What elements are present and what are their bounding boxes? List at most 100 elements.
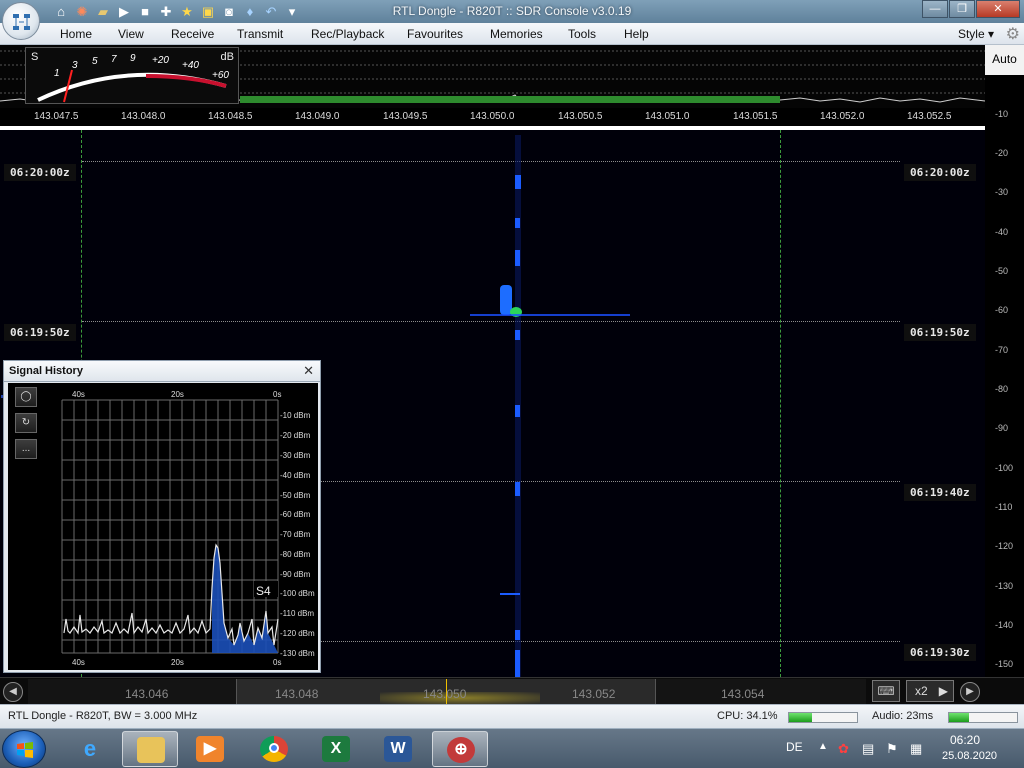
acrobat-tray-icon[interactable]: ✿ bbox=[838, 741, 849, 757]
s-scale-5: 5 bbox=[92, 56, 98, 67]
taskbar-explorer[interactable] bbox=[122, 731, 178, 767]
taskbar-sdr-console[interactable]: ⊕ bbox=[432, 731, 488, 767]
settings-gear-icon[interactable]: ⚙ bbox=[1006, 24, 1020, 44]
db-tick: -150 bbox=[995, 659, 1014, 669]
db-tick: -140 bbox=[995, 620, 1014, 630]
freq-tick: 143.049.0 bbox=[295, 111, 340, 122]
maximize-button[interactable]: ❐ bbox=[949, 0, 975, 18]
lock-icon[interactable]: ▣ bbox=[199, 3, 217, 20]
home-icon[interactable]: ⌂ bbox=[52, 3, 70, 20]
folder-icon[interactable]: ▰ bbox=[94, 3, 112, 20]
zoom-arrow-icon: ▶ bbox=[938, 684, 948, 698]
menu-home[interactable]: Home bbox=[60, 27, 92, 41]
hist-level: -80 dBm bbox=[280, 550, 311, 559]
signal-history-plot-area: ◯ ↻ ... 40s 20s 0s 40s 20s 0s -10 dBm -2… bbox=[8, 383, 318, 670]
show-hidden-icons-icon[interactable]: ▲ bbox=[818, 741, 828, 752]
frequency-axis: 143.047.5 143.048.0 143.048.5 143.049.0 … bbox=[0, 108, 985, 126]
audio-meter bbox=[948, 712, 1018, 723]
freq-tick: 143.050.0 bbox=[470, 111, 515, 122]
app-menu-icon bbox=[13, 14, 30, 30]
star-icon[interactable]: ★ bbox=[178, 3, 196, 20]
lifebuoy-icon[interactable]: ✺ bbox=[73, 3, 91, 20]
s-scale-40: +40 bbox=[182, 60, 199, 71]
clock-date[interactable]: 25.08.2020 bbox=[942, 750, 997, 762]
hist-time-bottom-40: 40s bbox=[72, 658, 85, 667]
s-reading: S4 bbox=[256, 584, 271, 598]
windows-logo-icon bbox=[17, 742, 33, 758]
zoom-selector[interactable]: x2 ▶ bbox=[906, 680, 954, 702]
title-bar: RTL Dongle - R820T :: SDR Console v3.0.1… bbox=[0, 0, 1024, 23]
menu-help[interactable]: Help bbox=[624, 27, 649, 41]
menu-receive[interactable]: Receive bbox=[171, 27, 214, 41]
receive-bandwidth-bar[interactable] bbox=[240, 96, 780, 103]
start-button[interactable] bbox=[2, 730, 46, 768]
keyboard-icon[interactable]: ⌨ bbox=[872, 680, 900, 702]
camera-icon[interactable]: ◙ bbox=[220, 3, 238, 20]
device-tray-icon[interactable]: ▤ bbox=[862, 741, 874, 757]
taskbar-word[interactable]: W bbox=[370, 731, 426, 767]
dropdown-icon[interactable]: ▾ bbox=[283, 3, 301, 20]
hist-time-top-0: 0s bbox=[273, 390, 281, 399]
drop-icon[interactable]: ♦ bbox=[241, 3, 259, 20]
taskbar-chrome[interactable] bbox=[246, 731, 302, 767]
play-icon[interactable]: ▶ bbox=[115, 3, 133, 20]
zoom-value: x2 bbox=[915, 684, 928, 698]
minimize-button[interactable]: — bbox=[922, 0, 948, 18]
menu-memories[interactable]: Memories bbox=[490, 27, 543, 41]
auto-button[interactable]: Auto bbox=[985, 45, 1024, 75]
language-indicator[interactable]: DE bbox=[786, 740, 803, 754]
audio-status: Audio: 23ms bbox=[872, 710, 934, 722]
close-icon[interactable]: ✕ bbox=[303, 363, 314, 379]
taskbar-media-player[interactable]: ▶ bbox=[182, 731, 238, 767]
hist-level: -60 dBm bbox=[280, 510, 311, 519]
freq-tick: 143.051.5 bbox=[733, 111, 778, 122]
freq-tick: 143.051.0 bbox=[645, 111, 690, 122]
ruler-label: 143.046 bbox=[125, 687, 169, 701]
s-scale-9: 9 bbox=[130, 53, 136, 64]
menu-tools[interactable]: Tools bbox=[568, 27, 596, 41]
device-status: RTL Dongle - R820T, BW = 3.000 MHz bbox=[8, 710, 198, 722]
application-menu-button[interactable] bbox=[2, 2, 40, 40]
status-bar: RTL Dongle - R820T, BW = 3.000 MHz CPU: … bbox=[0, 704, 1024, 728]
action-center-flag-icon[interactable]: ⚑ bbox=[886, 741, 898, 757]
scroll-left-button[interactable]: ◀ bbox=[3, 682, 23, 702]
taskbar-ie[interactable]: e bbox=[62, 731, 118, 767]
sdr-console-window: RTL Dongle - R820T :: SDR Console v3.0.1… bbox=[0, 0, 1024, 768]
close-button[interactable]: ✕ bbox=[976, 0, 1020, 18]
db-tick: -80 bbox=[995, 384, 1009, 394]
menu-view[interactable]: View bbox=[118, 27, 144, 41]
style-menu[interactable]: Style ▾ bbox=[958, 27, 994, 41]
db-tick: -90 bbox=[995, 423, 1009, 433]
hist-level: -40 dBm bbox=[280, 471, 311, 480]
ruler-label: 143.052 bbox=[572, 687, 616, 701]
s-scale-7: 7 bbox=[111, 54, 117, 65]
media-player-icon: ▶ bbox=[196, 736, 224, 762]
stop-icon[interactable]: ■ bbox=[136, 3, 154, 20]
network-tray-icon[interactable]: ▦ bbox=[910, 741, 922, 757]
clock-time[interactable]: 06:20 bbox=[950, 733, 980, 747]
signal-history-graph: 40s 20s 0s 40s 20s 0s -10 dBm -20 dBm -3… bbox=[61, 390, 315, 667]
db-tick: -130 bbox=[995, 581, 1014, 591]
chrome-icon bbox=[260, 736, 288, 762]
freq-tick: 143.049.5 bbox=[383, 111, 428, 122]
frequency-ruler: ◀ 143.046 143.048 143.050 143.052 143.05… bbox=[0, 677, 1024, 704]
menu-transmit[interactable]: Transmit bbox=[237, 27, 283, 41]
undo-icon[interactable]: ↶ bbox=[262, 3, 280, 20]
taskbar-excel[interactable]: X bbox=[308, 731, 364, 767]
explorer-icon bbox=[137, 737, 165, 763]
add-icon[interactable]: ✚ bbox=[157, 3, 175, 20]
freq-tick: 143.047.5 bbox=[34, 111, 79, 122]
db-tick: -70 bbox=[995, 345, 1009, 355]
freq-tick: 143.052.5 bbox=[907, 111, 952, 122]
menu-favourites[interactable]: Favourites bbox=[407, 27, 463, 41]
signal-history-header[interactable]: Signal History ✕ bbox=[4, 361, 320, 382]
menu-rec-playback[interactable]: Rec/Playback bbox=[311, 27, 384, 41]
signal-history-panel[interactable]: Signal History ✕ ◯ ↻ ... 40s 20s 0s 40s … bbox=[3, 360, 321, 673]
hist-level: -130 dBm bbox=[280, 649, 315, 658]
excel-icon: X bbox=[322, 736, 350, 762]
s-scale-60: +60 bbox=[212, 70, 229, 81]
hist-level: -50 dBm bbox=[280, 491, 311, 500]
db-tick: -30 bbox=[995, 187, 1009, 197]
scroll-right-button[interactable]: ▶ bbox=[960, 682, 980, 702]
db-tick: -50 bbox=[995, 266, 1009, 276]
